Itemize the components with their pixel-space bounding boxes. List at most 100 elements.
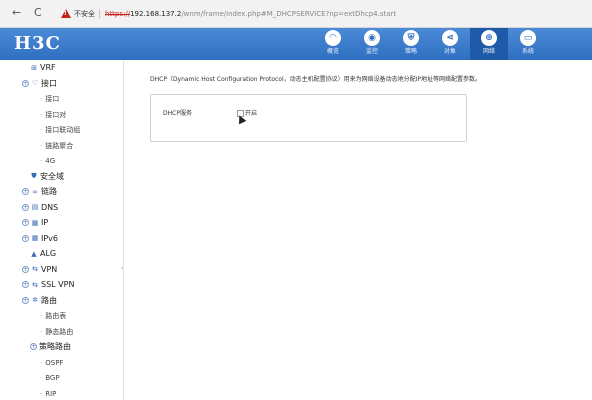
url-host: 192.168.137.2 bbox=[130, 10, 182, 18]
dhcp-description: DHCP（Dynamic Host Configuration Protocol… bbox=[150, 76, 482, 83]
reload-icon[interactable]: C bbox=[34, 6, 42, 20]
sidebar-item-2[interactable]: · 接口 bbox=[40, 93, 59, 105]
monitor-icon: ◉ bbox=[364, 30, 380, 46]
interface-icon: ♡ bbox=[31, 79, 39, 87]
sidebar-item-5[interactable]: · 链路聚合 bbox=[40, 140, 73, 152]
address-divider bbox=[99, 9, 100, 19]
sidebar-item-label: 策略路由 bbox=[39, 342, 71, 351]
sidebar-item-0[interactable]: ⊞ VRF bbox=[30, 62, 56, 74]
expand-toggle-icon[interactable]: + bbox=[22, 79, 29, 87]
sidebar-item-label: 接口 bbox=[41, 78, 57, 88]
sidebar-item-label: VPN bbox=[41, 264, 58, 274]
nav-label: 网络 bbox=[482, 48, 495, 55]
sidebar-item-label: 安全域 bbox=[40, 171, 64, 181]
expand-toggle-icon[interactable]: + bbox=[22, 296, 29, 304]
bullet-icon: · bbox=[40, 157, 43, 165]
h3c-logo: H3C bbox=[14, 33, 61, 54]
enable-label[interactable]: 开启 bbox=[245, 109, 257, 118]
sidebar-item-11[interactable]: + ▦ IPv6 bbox=[22, 233, 58, 245]
dhcp-service-label: DHCP服务 bbox=[163, 110, 192, 117]
sidebar-collapse-handle[interactable]: ‹ bbox=[121, 265, 123, 272]
sidebar-item-label: 链路 bbox=[41, 187, 57, 196]
sidebar-item-20[interactable]: · BGP bbox=[40, 372, 60, 384]
nav-item-0[interactable]: ◠ 概览 bbox=[314, 28, 352, 60]
url-field[interactable]: https://192.168.137.2/wnm/frame/index.ph… bbox=[105, 9, 396, 19]
nav-label: 对象 bbox=[443, 48, 456, 55]
warning-exclamation-icon: ! bbox=[64, 10, 67, 17]
sidebar-item-label: IP bbox=[41, 218, 49, 227]
ip-icon: ▦ bbox=[31, 218, 39, 227]
top-header: H3C ◠ 概览 ◉ 监控 ⛨ 策略 ⋖ 对象 ⊕ 网络 ▭ 系统 bbox=[0, 28, 592, 60]
sidebar-item-label: 链路聚合 bbox=[45, 141, 74, 150]
bullet-icon: · bbox=[40, 95, 43, 103]
sidebar-item-21[interactable]: · RIP bbox=[40, 388, 56, 400]
nav-label: 概览 bbox=[326, 48, 339, 55]
sidebar-item-8[interactable]: + ∞ 链路 bbox=[22, 186, 57, 198]
bullet-icon: · bbox=[40, 110, 43, 119]
nav-label: 策略 bbox=[404, 48, 417, 55]
expand-toggle-icon[interactable]: + bbox=[22, 219, 29, 226]
sidebar-item-label: 接口对 bbox=[45, 110, 67, 119]
vpn-icon: ⇆ bbox=[32, 265, 38, 273]
sidebar-item-14[interactable]: + ⇆ SSL VPN bbox=[22, 279, 74, 291]
sidebar-item-label: BGP bbox=[45, 374, 60, 382]
expand-toggle-icon[interactable]: + bbox=[30, 343, 37, 350]
sidebar-item-17[interactable]: · 静态路由 bbox=[40, 326, 73, 338]
bullet-icon: · bbox=[40, 126, 43, 134]
sidebar-item-label: RIP bbox=[45, 389, 57, 398]
expand-toggle-icon[interactable]: + bbox=[22, 188, 29, 195]
sidebar-menu: ⊞ VRF + ♡ 接口 · 接口 · 接口对 · 接口联动组 · 链路聚合 · 4G ⛊ 安全域 + ∞ 链路 + ▤ D… bbox=[0, 60, 124, 400]
sidebar-item-4[interactable]: · 接口联动组 bbox=[40, 124, 80, 136]
nav-item-3[interactable]: ⋖ 对象 bbox=[431, 28, 469, 60]
insecure-label[interactable]: 不安全 bbox=[74, 9, 95, 19]
back-arrow-icon[interactable]: ← bbox=[12, 6, 21, 20]
sidebar-item-10[interactable]: + ▦ IP bbox=[22, 217, 48, 229]
app-window: ← C ! 不安全 https://192.168.137.2/wnm/fram… bbox=[0, 0, 592, 400]
sidebar-item-13[interactable]: + ⇆ VPN bbox=[22, 264, 57, 276]
url-path: /wnm/frame/index.php#M_DHCPSERVICE?np=ex… bbox=[181, 10, 397, 18]
sidebar-item-label: VRF bbox=[40, 63, 56, 72]
sidebar-item-15[interactable]: + ✲ 路由 bbox=[22, 295, 57, 307]
ssl-vpn-icon: ⇆ bbox=[32, 280, 38, 289]
nav-item-2[interactable]: ⛨ 策略 bbox=[392, 28, 430, 60]
sidebar-item-16[interactable]: · 路由表 bbox=[40, 310, 66, 322]
sidebar-item-12[interactable]: ▲ ALG bbox=[30, 248, 56, 260]
sidebar-item-label: DNS bbox=[41, 202, 59, 212]
expand-toggle-icon[interactable]: + bbox=[22, 281, 29, 288]
alg-icon: ▲ bbox=[31, 249, 37, 258]
bullet-icon: · bbox=[40, 327, 43, 336]
sidebar-item-label: 接口联动组 bbox=[45, 126, 81, 134]
expand-toggle-icon[interactable]: + bbox=[22, 234, 29, 242]
policy-shield-icon: ⛨ bbox=[403, 30, 419, 46]
nav-item-4[interactable]: ⊕ 网络 bbox=[470, 28, 508, 60]
link-icon: ∞ bbox=[32, 187, 38, 196]
sidebar-item-18[interactable]: + 策略路由 bbox=[30, 341, 71, 353]
nav-item-5[interactable]: ▭ 系统 bbox=[509, 28, 547, 60]
sidebar-item-1[interactable]: + ♡ 接口 bbox=[22, 78, 57, 90]
expand-toggle-icon[interactable]: + bbox=[22, 203, 29, 211]
sidebar-item-label: 静态路由 bbox=[45, 327, 74, 336]
bullet-icon: · bbox=[40, 312, 43, 320]
url-scheme: https:// bbox=[105, 10, 131, 18]
sidebar-item-label: 接口 bbox=[45, 95, 60, 103]
sidebar-item-label: 4G bbox=[45, 157, 56, 165]
route-icon: ✲ bbox=[32, 296, 38, 304]
sidebar-item-3[interactable]: · 接口对 bbox=[40, 109, 66, 121]
sidebar-item-19[interactable]: · OSPF bbox=[40, 357, 63, 369]
sidebar-item-label: 路由 bbox=[41, 295, 57, 305]
sidebar-item-label: SSL VPN bbox=[41, 280, 75, 289]
security-zone-icon: ⛊ bbox=[31, 172, 37, 180]
nav-item-1[interactable]: ◉ 监控 bbox=[353, 28, 391, 60]
sidebar-item-9[interactable]: + ▤ DNS bbox=[22, 202, 58, 214]
nav-label: 系统 bbox=[521, 48, 534, 55]
sidebar-item-6[interactable]: · 4G bbox=[40, 155, 55, 167]
expand-toggle-icon[interactable]: + bbox=[22, 265, 29, 273]
bullet-icon: · bbox=[40, 358, 43, 367]
browser-address-bar: ← C ! 不安全 https://192.168.137.2/wnm/fram… bbox=[0, 0, 592, 28]
ipv6-icon: ▦ bbox=[31, 234, 39, 242]
bullet-icon: · bbox=[40, 389, 43, 398]
sidebar-item-7[interactable]: ⛊ 安全域 bbox=[30, 171, 64, 183]
sidebar-item-label: ALG bbox=[40, 249, 57, 258]
nav-label: 监控 bbox=[365, 48, 378, 55]
bullet-icon: · bbox=[40, 374, 43, 382]
